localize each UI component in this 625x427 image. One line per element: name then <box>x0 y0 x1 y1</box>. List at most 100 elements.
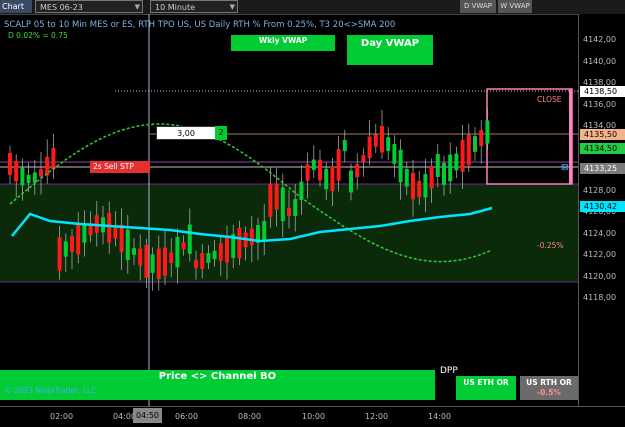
candle <box>287 207 291 216</box>
candle <box>156 248 161 279</box>
y-tick-label: 4128,00 <box>583 185 617 195</box>
price-tag-stop: 4133,25 <box>580 163 625 174</box>
candle <box>330 166 335 192</box>
candle <box>324 168 329 190</box>
candle <box>26 174 31 184</box>
candle <box>460 140 465 172</box>
candle <box>181 242 186 250</box>
candle <box>20 167 25 186</box>
candle <box>361 155 366 162</box>
us-rth-line2: -0.5% <box>537 388 561 397</box>
y-tick-label: 4124,00 <box>583 228 617 238</box>
candle <box>417 181 422 197</box>
candle <box>386 137 391 152</box>
us-eth-or-button[interactable]: US ETH OR <box>456 376 516 400</box>
candle <box>268 183 273 217</box>
candle <box>274 183 279 210</box>
candle <box>14 161 19 182</box>
candle <box>169 252 174 263</box>
order-quantity-input[interactable]: 3,00 <box>156 126 216 140</box>
copyright-text: © 2023 NinjaTrader, LLC <box>4 386 97 395</box>
instrument-label: MES 06-23 <box>40 3 83 12</box>
time-axis[interactable]: 02:00 04:00 06:00 08:00 10:00 12:00 14:00 <box>0 406 625 427</box>
candle <box>485 120 490 144</box>
candle <box>473 136 477 152</box>
price-tag-sma: 4130,42 <box>580 201 625 212</box>
price-chart[interactable]: ⊠ ⊠ <box>0 14 578 406</box>
candle <box>466 134 471 166</box>
candle <box>70 236 74 252</box>
us-eth-line1: US ETH OR <box>463 378 509 387</box>
candle <box>82 225 87 243</box>
candle <box>429 166 434 189</box>
candle <box>435 153 440 177</box>
candle <box>138 248 143 266</box>
candle <box>175 237 180 268</box>
candle <box>479 130 484 146</box>
candle <box>125 229 130 261</box>
candle <box>380 126 384 153</box>
chevron-down-icon: ▼ <box>134 3 140 11</box>
x-tick-label: 06:00 <box>175 412 199 421</box>
candle <box>367 136 372 159</box>
candle <box>119 224 124 253</box>
candle <box>63 241 68 257</box>
period-selector[interactable]: 10 Minute ▼ <box>150 0 238 13</box>
candle <box>132 248 136 255</box>
close-box-edge <box>569 89 572 184</box>
candle <box>218 243 223 261</box>
price-tag-order: 4135,50 <box>580 129 625 140</box>
instrument-selector[interactable]: MES 06-23 ▼ <box>35 0 143 13</box>
candle <box>113 226 118 239</box>
y-tick-label: 4140,00 <box>583 56 617 66</box>
w-vwap-button[interactable]: W VWAP <box>498 0 532 13</box>
period-label: 10 Minute <box>155 3 196 12</box>
us-rth-or-button[interactable]: US RTH OR -0.5% <box>520 376 578 400</box>
y-tick-label: 4118,00 <box>583 293 617 302</box>
candle <box>293 199 298 217</box>
sell-stop-order[interactable]: 2s Sell STP <box>90 161 150 173</box>
channel-bo-label[interactable]: Price <> Channel BO <box>0 370 435 400</box>
candle <box>280 187 285 222</box>
y-tick-label: 4136,00 <box>583 99 617 109</box>
x-tick-label: 10:00 <box>302 412 326 421</box>
x-tick-label: 08:00 <box>238 412 262 421</box>
indicator-title: SCALP 05 to 10 Min MES or ES, RTH TPO US… <box>4 20 396 30</box>
candle <box>45 156 50 176</box>
candle <box>442 163 446 185</box>
candle <box>57 237 62 271</box>
toolbar: Chart MES 06-23 ▼ 10 Minute ▼ D VWAP W VWA… <box>0 0 625 15</box>
candle <box>225 235 229 263</box>
y-tick-label: 4122,00 <box>583 250 617 259</box>
candle <box>349 170 353 193</box>
candle <box>144 244 149 278</box>
x-tick-label: 14:00 <box>428 412 452 421</box>
candle <box>39 169 43 177</box>
chart-tab[interactable]: Chart <box>0 0 32 13</box>
candle <box>32 172 37 183</box>
candle <box>423 174 428 198</box>
candle <box>76 223 81 255</box>
candle <box>51 148 56 170</box>
candle <box>8 153 12 175</box>
candle <box>311 159 316 170</box>
order-quantity-tag[interactable]: 2 <box>215 126 227 140</box>
weekly-vwap-label[interactable]: Wkly VWAP <box>231 35 335 51</box>
indicator-subtitle: D 0.02% = 0.75 <box>8 31 68 40</box>
candle <box>404 169 409 187</box>
d-vwap-button[interactable]: D VWAP <box>460 0 496 13</box>
candle <box>355 164 360 178</box>
y-tick-label: 4120,00 <box>583 271 617 281</box>
candle <box>373 134 378 147</box>
day-vwap-label[interactable]: Day VWAP <box>347 35 433 65</box>
candle <box>454 153 459 171</box>
candle <box>107 212 112 243</box>
candle <box>200 253 205 269</box>
candle <box>392 144 397 164</box>
cursor-time-label: 04:50 <box>133 408 162 423</box>
candle <box>398 149 403 183</box>
candle <box>163 247 167 276</box>
close-label: CLOSE <box>537 95 562 104</box>
x-tick-label: 12:00 <box>365 412 389 421</box>
percent-label: -0.25% <box>537 241 564 250</box>
